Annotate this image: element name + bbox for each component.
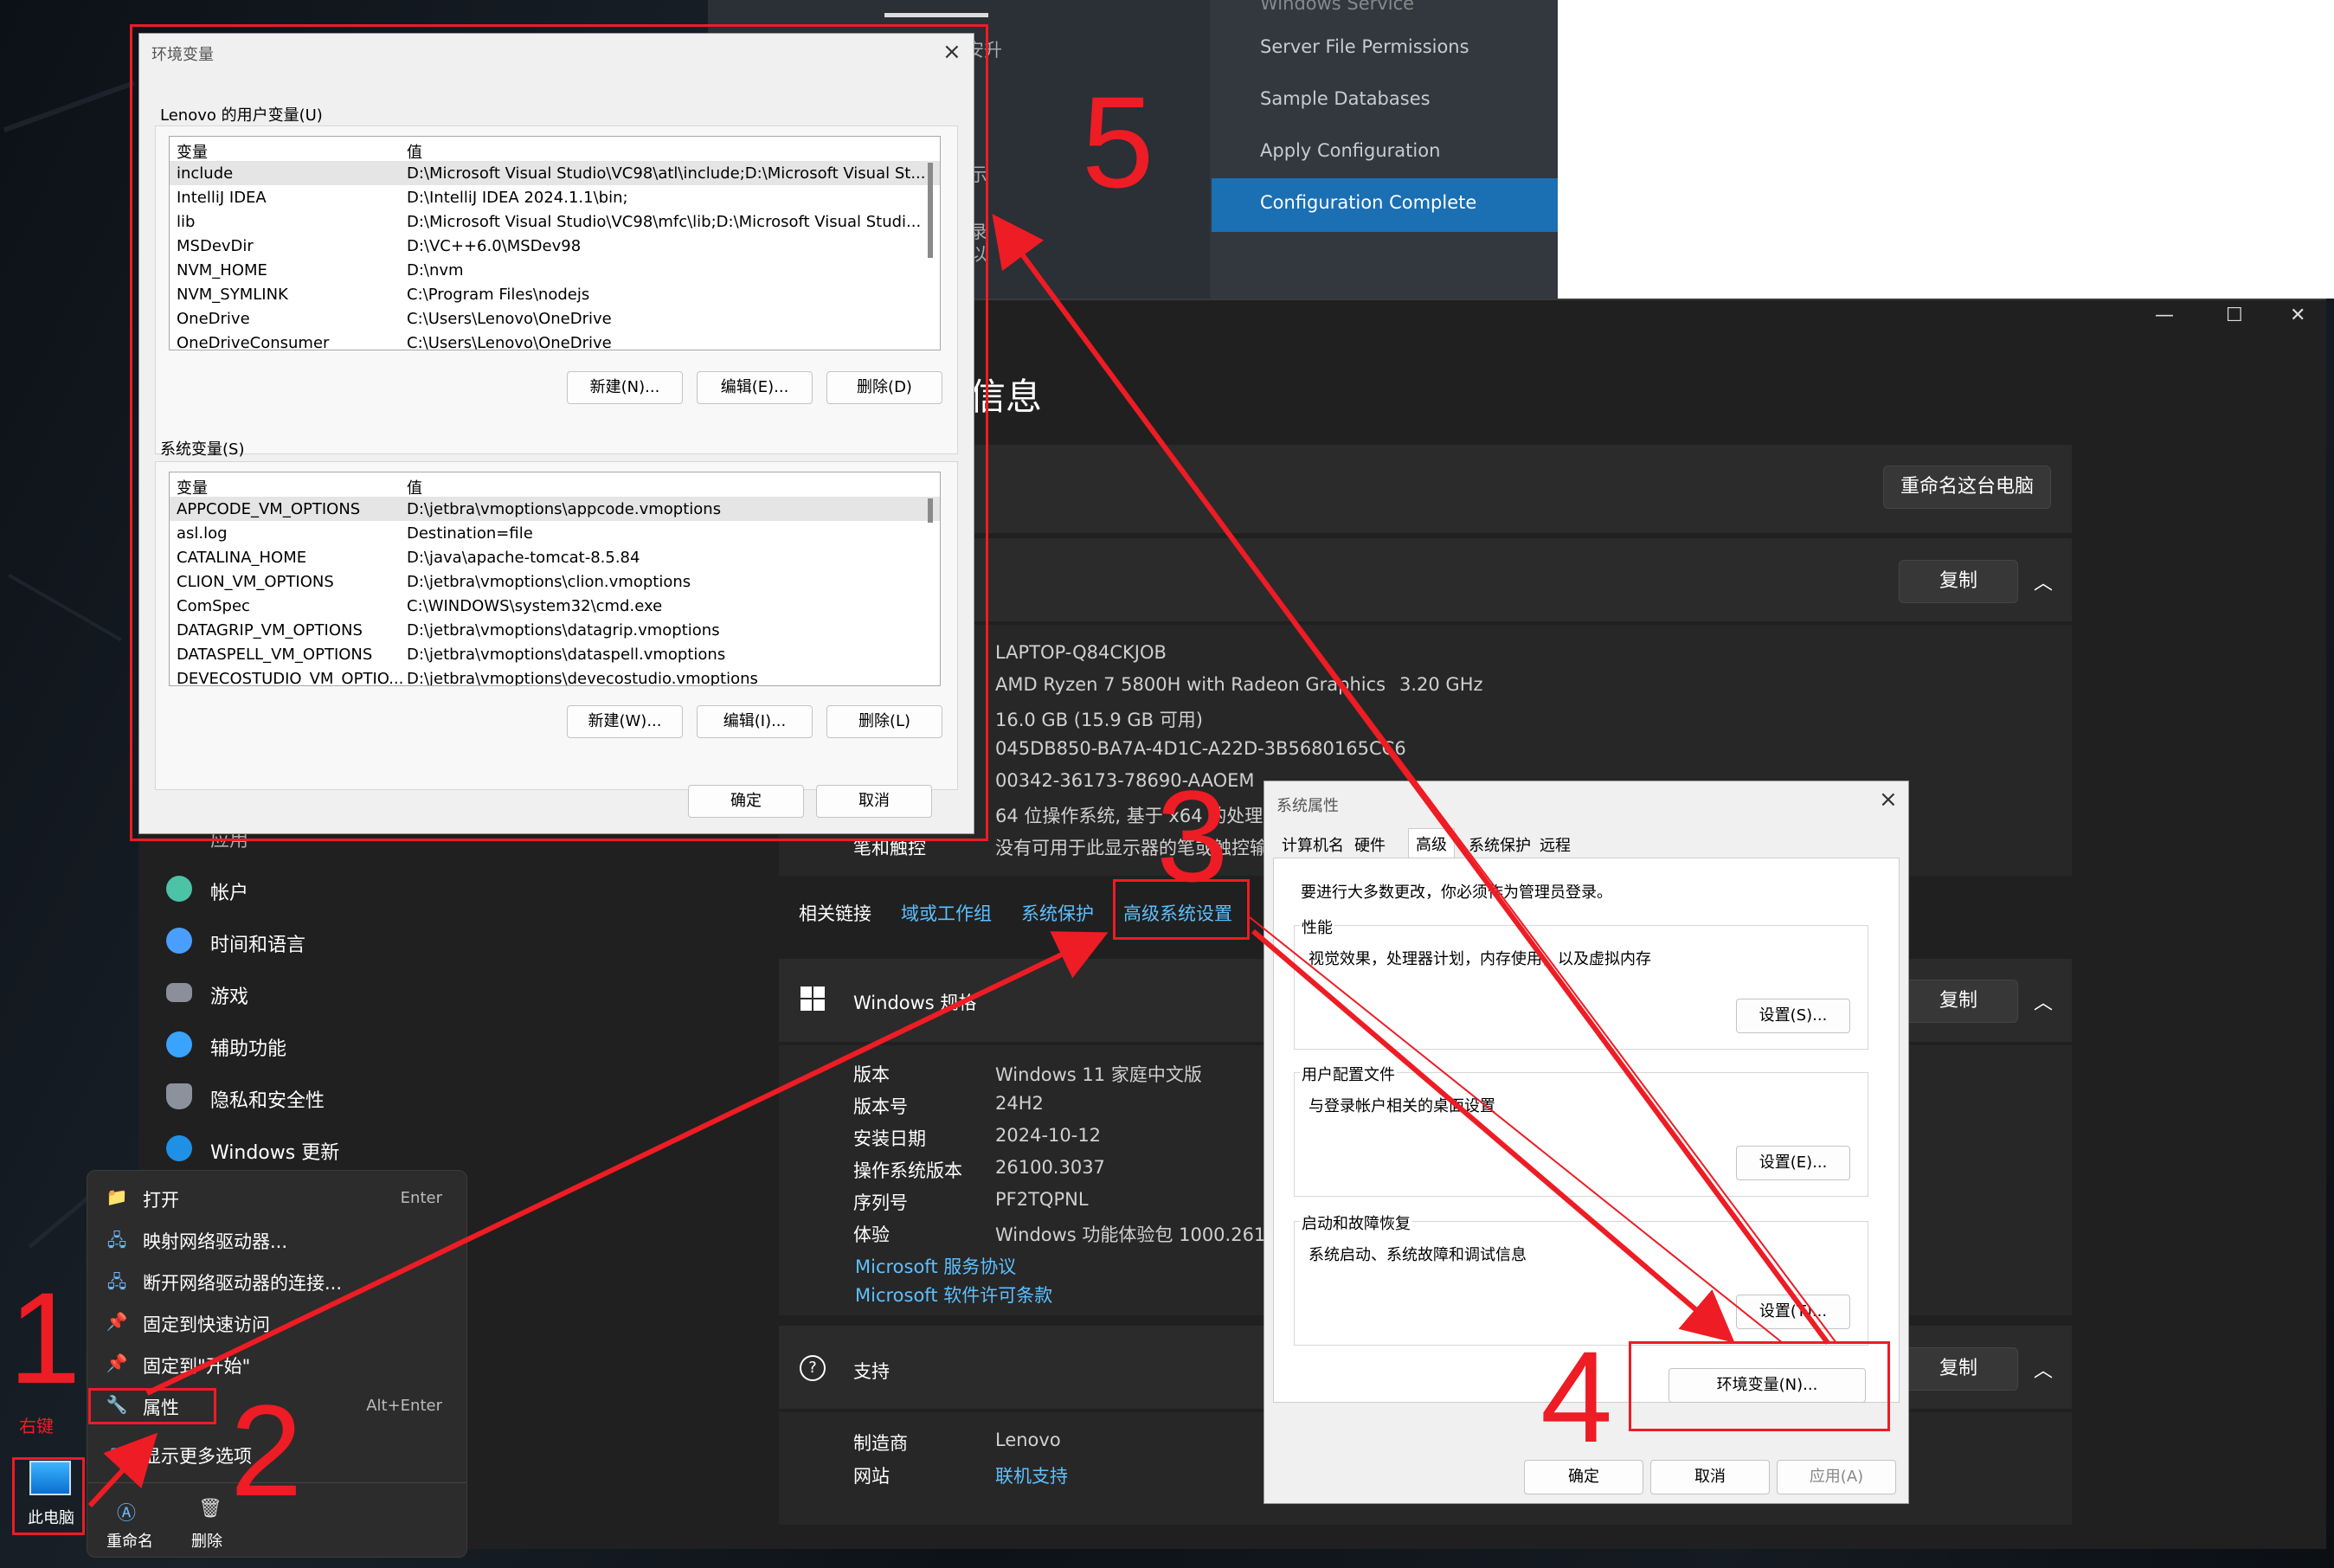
arrow-1-to-2 [87,1432,158,1508]
step-number-1: 1 [9,1265,81,1411]
arrow-2-to-3 [145,931,1109,1396]
thin-arrow [1249,916,1784,1344]
step-number-2: 2 [230,1378,303,1523]
thin-arrow [1000,226,1837,1344]
step-number-5: 5 [1082,69,1154,215]
arrow-3-to-4 [1251,929,1735,1343]
step-number-3: 3 [1156,763,1229,909]
step-number-4: 4 [1540,1324,1613,1469]
